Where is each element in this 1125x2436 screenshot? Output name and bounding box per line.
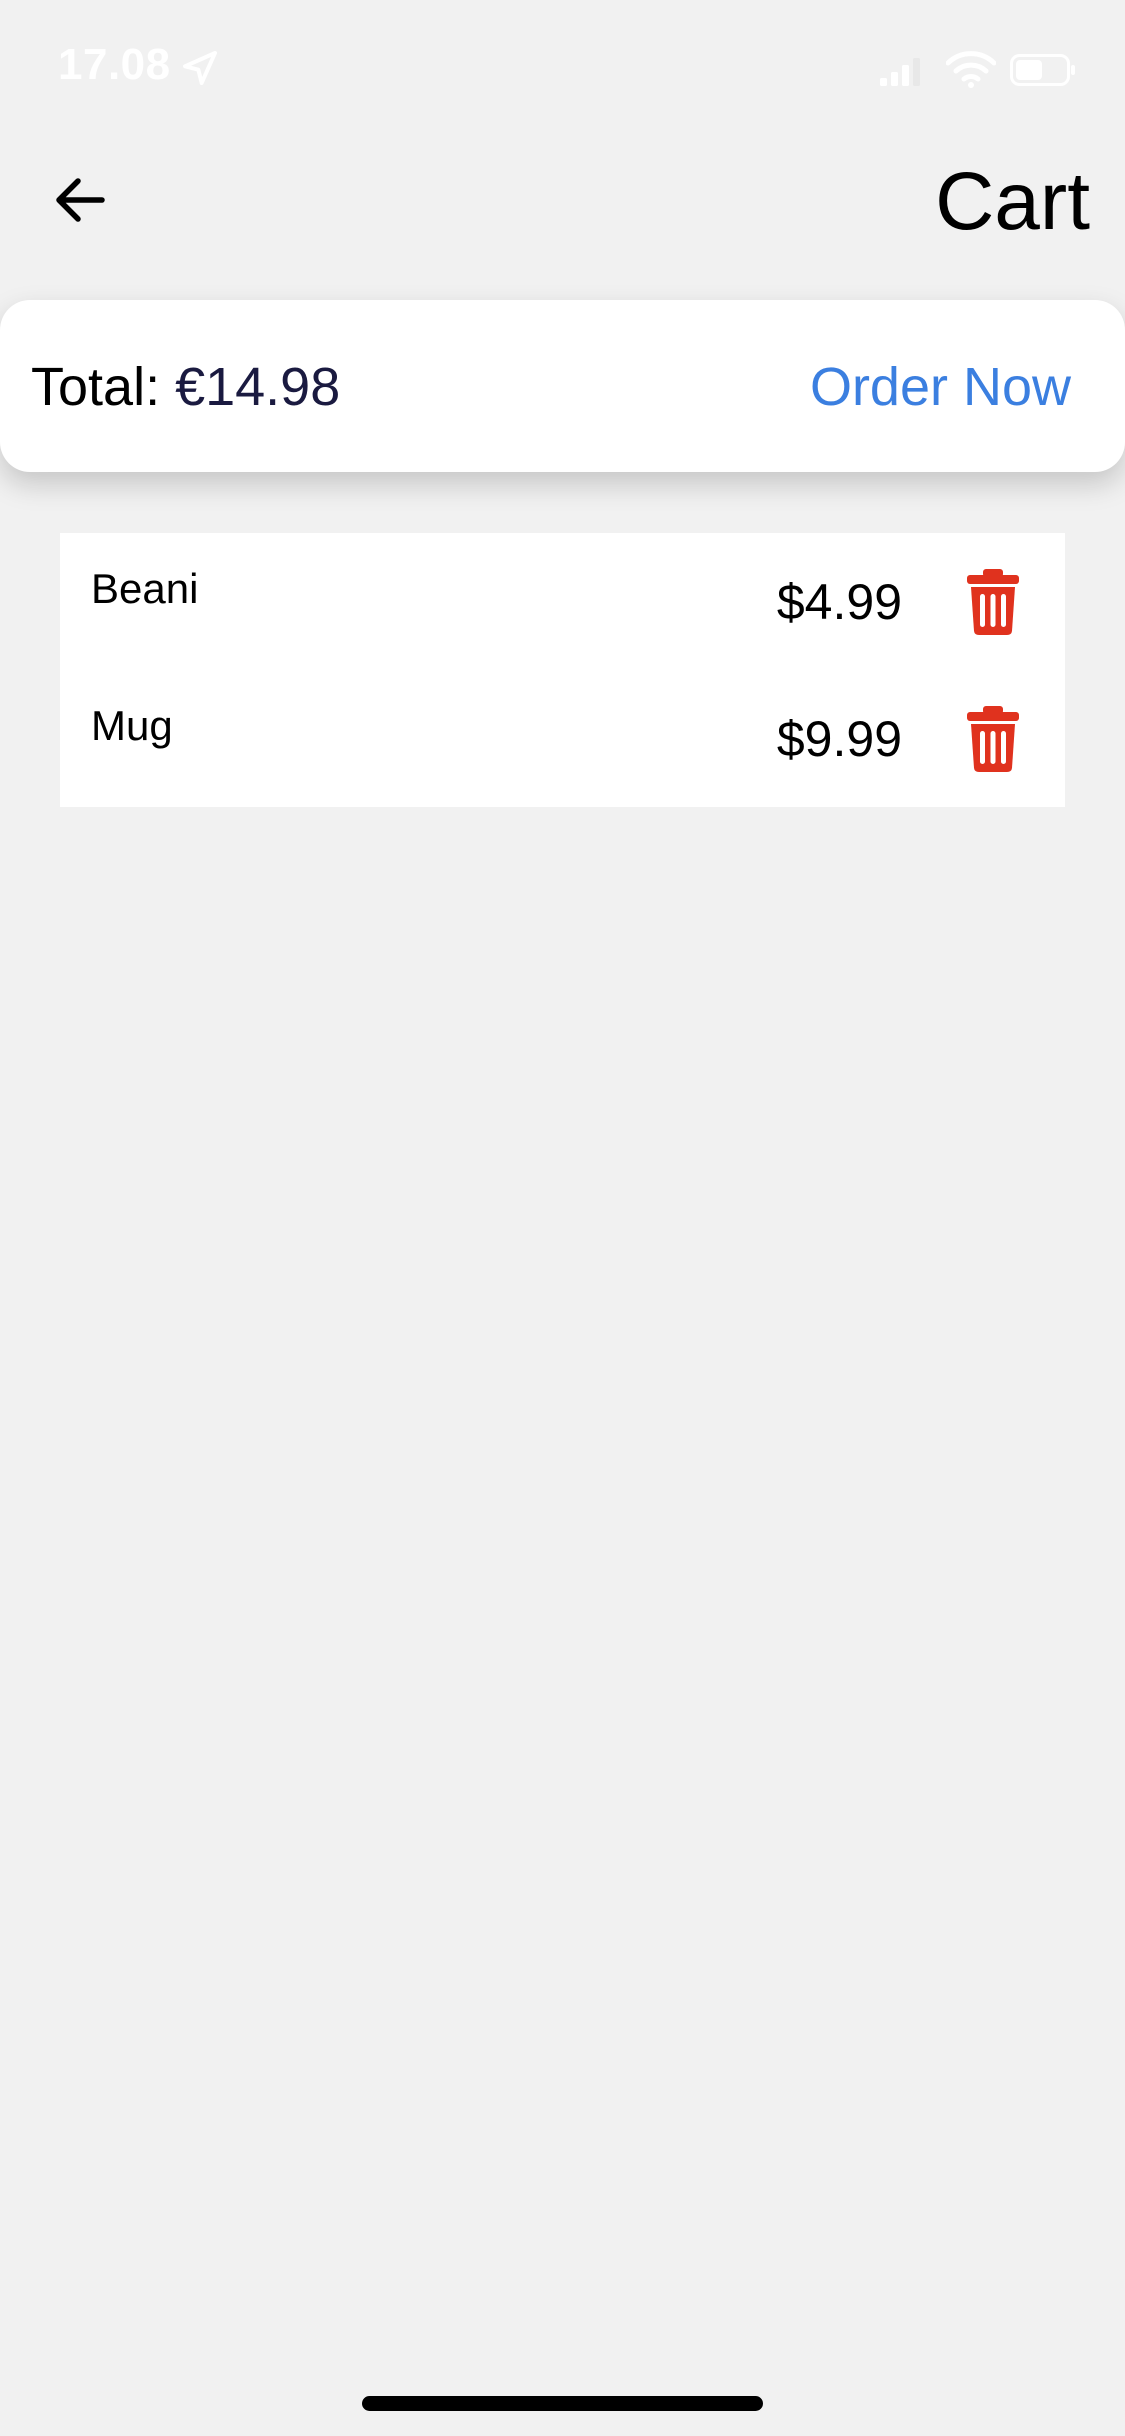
- total-text: Total: €14.98: [31, 356, 340, 418]
- trash-icon[interactable]: [965, 706, 1021, 772]
- wifi-icon: [946, 51, 996, 88]
- page-title: Cart: [935, 156, 1090, 247]
- total-amount: €14.98: [175, 357, 341, 417]
- location-arrow-icon: [183, 51, 217, 85]
- total-label: Total:: [31, 357, 176, 417]
- item-price: $9.99: [776, 711, 902, 767]
- status-bar: 17.08: [0, 0, 1125, 140]
- item-name: Beani: [91, 565, 199, 612]
- home-indicator[interactable]: [362, 2396, 763, 2411]
- status-time: 17.08: [58, 40, 171, 89]
- cart-list: Beani $4.99 Mug $9.99: [60, 533, 1065, 807]
- cart-item: Beani $4.99: [60, 533, 1065, 670]
- order-now-button[interactable]: Order Now: [810, 356, 1071, 418]
- cart-item: Mug $9.99: [60, 670, 1065, 807]
- item-name: Mug: [91, 702, 173, 749]
- cellular-signal-icon: [880, 58, 920, 86]
- arrow-left-icon: [56, 178, 105, 222]
- trash-icon[interactable]: [965, 569, 1021, 635]
- battery-icon: [1010, 54, 1075, 86]
- item-price: $4.99: [776, 574, 902, 630]
- order-summary-card: Total: €14.98 Order Now: [0, 300, 1125, 472]
- back-button[interactable]: [40, 160, 120, 240]
